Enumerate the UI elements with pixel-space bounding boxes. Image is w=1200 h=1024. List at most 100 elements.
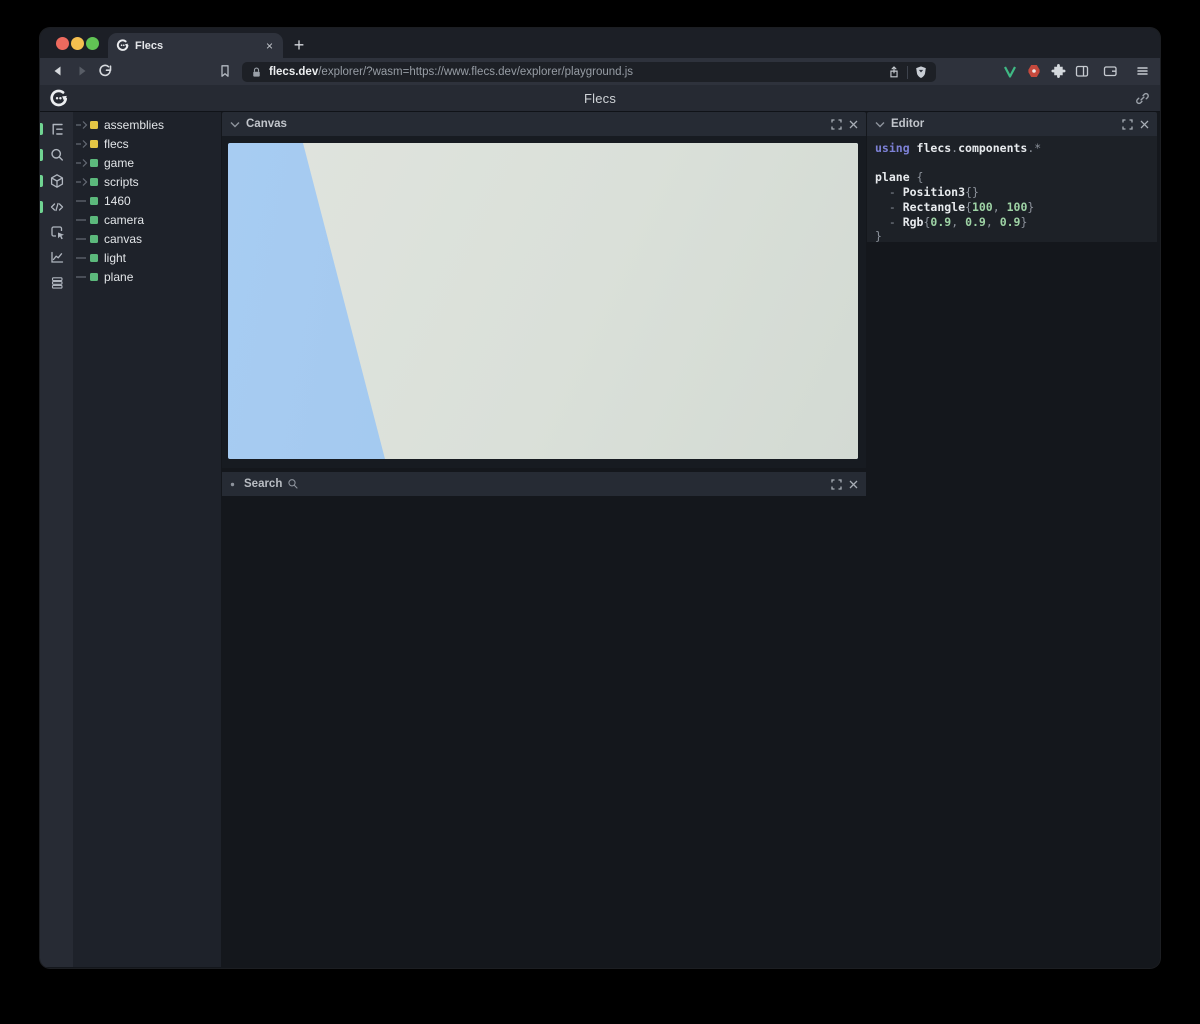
outline-tree-icon[interactable] xyxy=(40,117,73,141)
leaf-dash-icon xyxy=(75,196,89,206)
extensions-puzzle-icon[interactable] xyxy=(1050,63,1066,79)
leaf-dash-icon xyxy=(75,272,89,282)
collapsed-bullet-icon[interactable] xyxy=(230,482,235,487)
entity-label[interactable]: plane xyxy=(104,270,133,284)
adblock-hexagon-icon[interactable] xyxy=(1026,63,1042,79)
close-window-button[interactable] xyxy=(56,37,69,50)
entity-color-chip xyxy=(90,178,98,186)
canvas-panel-title: Canvas xyxy=(246,118,287,130)
minimize-window-button[interactable] xyxy=(71,37,84,50)
leaf-dash-icon xyxy=(75,215,89,225)
entity-label[interactable]: light xyxy=(104,251,126,265)
entity-label[interactable]: assemblies xyxy=(104,118,164,132)
entity-color-chip xyxy=(90,273,98,281)
tree-item-flecs[interactable]: flecs xyxy=(73,134,221,153)
bookmark-icon[interactable] xyxy=(217,63,233,79)
close-icon[interactable] xyxy=(1140,120,1149,129)
inspect-cursor-icon[interactable] xyxy=(40,220,73,244)
tree-item-camera[interactable]: camera xyxy=(73,210,221,229)
fullscreen-icon[interactable] xyxy=(831,119,842,130)
url-bar[interactable]: flecs.dev/explorer/?wasm=https://www.fle… xyxy=(242,62,936,82)
code-line: - Rgb{0.9, 0.9, 0.9} xyxy=(875,215,1149,230)
fullscreen-icon[interactable] xyxy=(1122,119,1133,130)
canvas-panel-header[interactable]: Canvas xyxy=(222,112,866,136)
reload-icon[interactable] xyxy=(97,63,113,79)
entity-label[interactable]: camera xyxy=(104,213,144,227)
code-line: } xyxy=(875,229,1149,244)
tree-item-light[interactable]: light xyxy=(73,248,221,267)
code-line: - Position3{} xyxy=(875,185,1149,200)
entity-color-chip xyxy=(90,159,98,167)
expand-arrow-icon[interactable] xyxy=(75,139,89,149)
url-text: flecs.dev/explorer/?wasm=https://www.fle… xyxy=(269,66,633,78)
code-icon[interactable] xyxy=(40,195,73,219)
code-line: - Rectangle{100, 100} xyxy=(875,200,1149,215)
entity-label[interactable]: canvas xyxy=(104,232,142,246)
tree-item-1460[interactable]: 1460 xyxy=(73,191,221,210)
entity-tree: assemblies flecs game scripts 1460 camera canv… xyxy=(73,112,221,967)
divider xyxy=(907,66,908,79)
expand-arrow-icon[interactable] xyxy=(75,158,89,168)
editor-code[interactable]: using flecs.components.* plane { - Posit… xyxy=(867,136,1157,242)
chevron-down-icon[interactable] xyxy=(875,120,885,129)
forward-icon[interactable] xyxy=(74,63,90,79)
editor-panel-header[interactable]: Editor xyxy=(867,112,1157,136)
leaf-dash-icon xyxy=(75,253,89,263)
entity-label[interactable]: 1460 xyxy=(104,194,131,208)
canvas-panel-body xyxy=(222,136,866,468)
package-icon[interactable] xyxy=(40,169,73,193)
chart-icon[interactable] xyxy=(40,245,73,269)
shield-icon[interactable] xyxy=(914,65,928,79)
tree-item-canvas[interactable]: canvas xyxy=(73,229,221,248)
lock-icon xyxy=(250,66,263,79)
entity-color-chip xyxy=(90,140,98,148)
entity-color-chip xyxy=(90,254,98,262)
zoom-window-button[interactable] xyxy=(86,37,99,50)
tree-item-game[interactable]: game xyxy=(73,153,221,172)
main-content: Canvas Search xyxy=(221,112,1160,967)
page-title: Flecs xyxy=(40,91,1160,106)
new-tab-button[interactable]: + xyxy=(287,33,311,57)
search-icon[interactable] xyxy=(40,143,73,167)
close-icon[interactable] xyxy=(849,480,858,489)
chevron-down-icon[interactable] xyxy=(230,120,240,129)
flecs-logo xyxy=(49,89,68,108)
close-icon[interactable] xyxy=(849,120,858,129)
code-line xyxy=(875,156,1149,171)
tree-item-scripts[interactable]: scripts xyxy=(73,172,221,191)
panel-icon-strip xyxy=(40,112,73,967)
editor-panel: Editor using flecs.components.* plane { … xyxy=(867,112,1157,242)
browser-tab-flecs[interactable]: Flecs × xyxy=(108,33,283,58)
tab-close-icon[interactable]: × xyxy=(264,38,275,54)
code-line: using flecs.components.* xyxy=(875,141,1149,156)
search-glass-icon xyxy=(287,478,299,490)
entity-label[interactable]: flecs xyxy=(104,137,129,151)
entity-color-chip xyxy=(90,197,98,205)
sidebar-toggle-icon[interactable] xyxy=(1074,63,1090,79)
url-path: /explorer/?wasm=https://www.flecs.dev/ex… xyxy=(318,66,633,78)
fullscreen-icon[interactable] xyxy=(831,479,842,490)
tree-item-assemblies[interactable]: assemblies xyxy=(73,115,221,134)
entity-color-chip xyxy=(90,121,98,129)
wallet-icon[interactable] xyxy=(1102,63,1118,79)
share-icon[interactable] xyxy=(887,65,901,79)
editor-panel-title: Editor xyxy=(891,118,924,130)
menu-icon[interactable] xyxy=(1134,63,1150,79)
search-panel-header[interactable]: Search xyxy=(222,472,866,496)
stack-icon[interactable] xyxy=(40,271,73,295)
entity-label[interactable]: game xyxy=(104,156,134,170)
vue-devtools-icon[interactable] xyxy=(1002,63,1018,79)
tab-title: Flecs xyxy=(135,40,264,52)
app-header: Flecs xyxy=(40,85,1160,112)
code-line: plane { xyxy=(875,170,1149,185)
tree-item-plane[interactable]: plane xyxy=(73,267,221,286)
expand-arrow-icon[interactable] xyxy=(75,120,89,130)
link-icon[interactable] xyxy=(1135,91,1150,106)
back-icon[interactable] xyxy=(50,63,66,79)
browser-tab-bar: Flecs × + xyxy=(40,28,1160,58)
entity-label[interactable]: scripts xyxy=(104,175,139,189)
entity-color-chip xyxy=(90,216,98,224)
expand-arrow-icon[interactable] xyxy=(75,177,89,187)
url-domain: flecs.dev xyxy=(269,66,318,78)
render-canvas[interactable] xyxy=(228,143,858,459)
